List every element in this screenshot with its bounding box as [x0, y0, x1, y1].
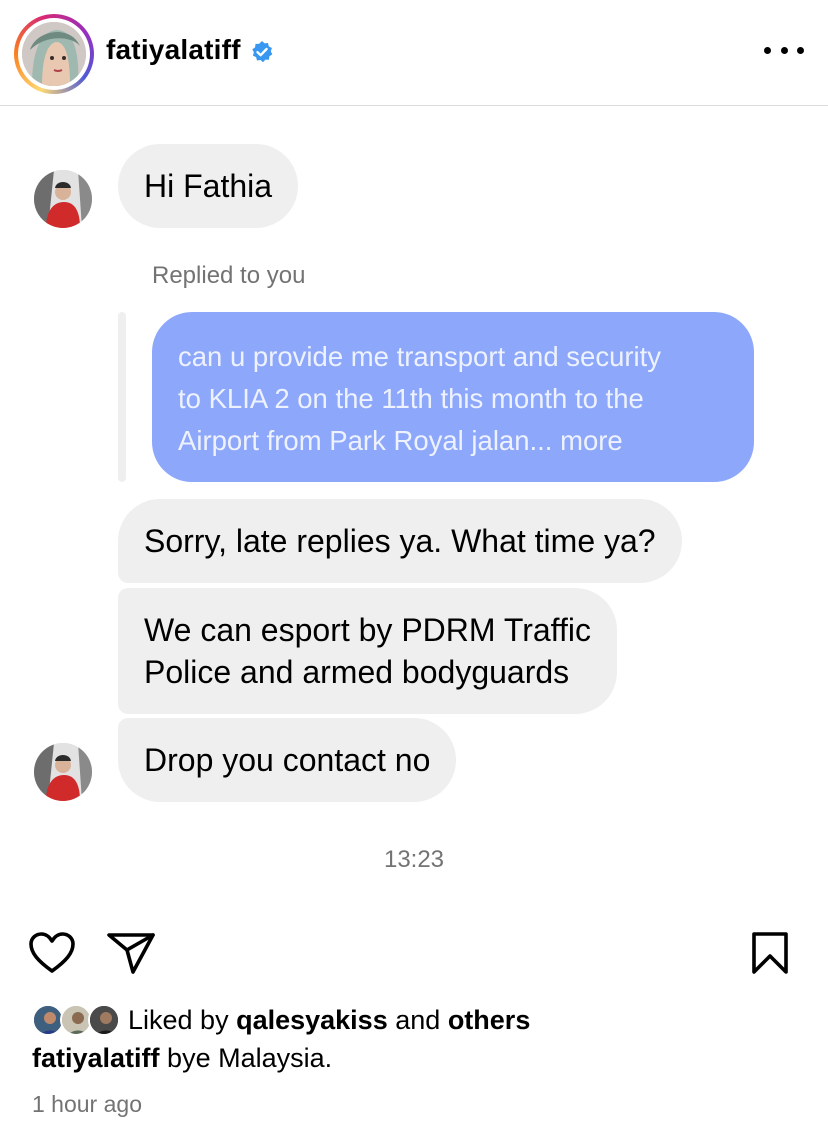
message-bubble: Sorry, late replies ya. What time ya? [118, 499, 682, 583]
quoted-reply-bubble[interactable]: can u provide me transport and security … [152, 312, 754, 482]
message-text: Hi Fathia [144, 168, 273, 204]
caption-text: bye Malaysia. [167, 1043, 333, 1073]
reply-line: to KLIA 2 on the 11th this month to the [178, 383, 644, 414]
heart-icon[interactable] [28, 931, 76, 975]
sender-avatar [34, 170, 92, 228]
header-username[interactable]: fatiyalatiff [106, 34, 241, 66]
bookmark-icon[interactable] [750, 931, 790, 975]
post-caption: fatiyalatiff bye Malaysia. [32, 1043, 332, 1074]
message-bubble: We can esport by PDRM Traffic Police and… [118, 588, 617, 714]
sender-avatar [34, 743, 92, 801]
paper-plane-icon[interactable] [106, 931, 156, 975]
liked-by-conjunction: and [395, 1004, 441, 1035]
likes-others-link[interactable]: others [448, 1005, 531, 1036]
post-time-ago: 1 hour ago [32, 1091, 142, 1117]
replied-to-you-label: Replied to you [152, 262, 306, 289]
profile-avatar-story-ring[interactable] [14, 14, 94, 94]
reply-line: can u provide me transport and security [178, 341, 662, 372]
message-bubble: Drop you contact no [118, 718, 457, 802]
message-text: Police and armed bodyguards [144, 654, 570, 690]
message-text: Drop you contact no [144, 742, 431, 778]
verified-badge-icon [252, 41, 273, 63]
caption-username-link[interactable]: fatiyalatiff [32, 1043, 160, 1073]
profile-avatar [22, 22, 86, 86]
message-text: Sorry, late replies ya. What time ya? [144, 523, 656, 559]
reply-indicator-bar [118, 312, 126, 482]
reply-line: Airport from Park Royal jalan... more [178, 425, 623, 456]
more-options-icon[interactable] [764, 38, 804, 62]
likes-summary[interactable]: Liked by qalesyakiss and others [32, 1002, 530, 1038]
post-header: fatiyalatiff [0, 0, 828, 106]
message-timestamp: 13:23 [383, 846, 445, 873]
liker-avatars [32, 1002, 126, 1038]
message-bubble: Hi Fathia [118, 144, 299, 228]
liked-by-label: Liked by [128, 1004, 229, 1035]
liker-username-link[interactable]: qalesyakiss [236, 1005, 388, 1036]
message-text: We can esport by PDRM Traffic [144, 612, 591, 648]
liker-avatar [88, 1004, 120, 1036]
